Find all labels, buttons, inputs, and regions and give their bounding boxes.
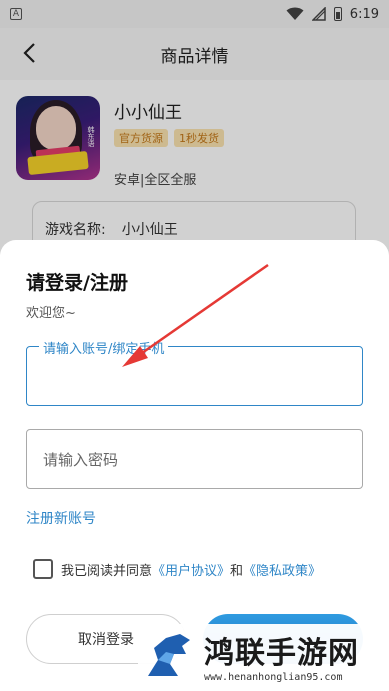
agreement-row: 我已阅读并同意 《用户协议》和《隐私政策》 <box>33 559 321 579</box>
register-link[interactable]: 注册新账号 <box>26 508 96 528</box>
account-field[interactable]: 请输入账号/绑定手机 <box>26 338 363 406</box>
account-input[interactable] <box>39 363 349 393</box>
watermark: 鸿联手游网 www.henanhonglian95.com <box>138 624 389 691</box>
agreement-checkbox[interactable] <box>33 559 53 579</box>
agreement-and: 和 <box>230 563 244 579</box>
privacy-policy-link[interactable]: 《隐私政策》 <box>243 560 321 579</box>
user-agreement-link[interactable]: 《用户协议》 <box>152 560 230 579</box>
login-title: 请登录/注册 <box>26 272 128 294</box>
cancel-login-label: 取消登录 <box>78 632 134 648</box>
watermark-text: 鸿联手游网 <box>204 636 359 671</box>
login-subtitle: 欢迎您~ <box>26 306 76 321</box>
password-field[interactable] <box>26 429 363 489</box>
agreement-text: 我已阅读并同意 <box>61 563 153 579</box>
password-input[interactable] <box>43 444 348 476</box>
watermark-url: www.henanhonglian95.com <box>204 672 343 683</box>
horse-logo-icon <box>148 634 190 676</box>
account-field-label: 请输入账号/绑定手机 <box>39 338 169 357</box>
